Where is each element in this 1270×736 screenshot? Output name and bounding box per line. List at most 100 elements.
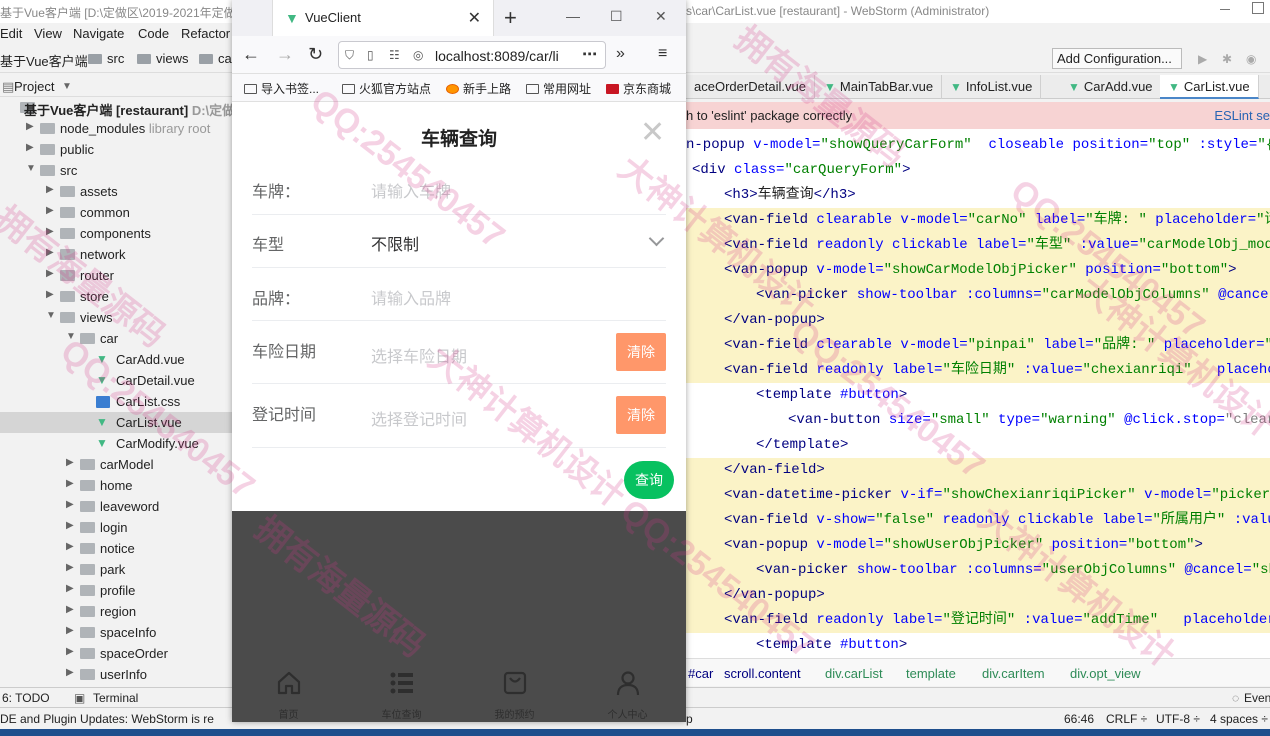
tree-item[interactable]: ▶ login: [0, 517, 232, 538]
tree-item[interactable]: ▶ assets: [0, 181, 232, 202]
pinpai-input[interactable]: 请输入品牌: [371, 285, 451, 309]
page-actions-icon[interactable]: ⋯: [582, 45, 597, 63]
editor-tab[interactable]: ▼ InfoList.vue: [942, 75, 1042, 99]
indent-setting[interactable]: 4 spaces ÷: [1210, 712, 1268, 726]
event-log-button[interactable]: Even: [1244, 691, 1270, 705]
tree-item[interactable]: ▶ region: [0, 601, 232, 622]
chevron-right-icon[interactable]: ▶: [66, 520, 76, 531]
chevron-right-icon[interactable]: ▶: [46, 205, 56, 216]
close-window-icon[interactable]: ✕: [655, 8, 667, 25]
editor-crumb-optview[interactable]: div.opt_view: [1070, 666, 1141, 681]
url-bar[interactable]: ⛉ ▯ ☷ ◎ localhost:8089/car/li ⋯: [338, 41, 606, 69]
tree-item[interactable]: ▶ store: [0, 286, 232, 307]
bookmark-jd[interactable]: 京东商城: [606, 80, 671, 97]
tree-item[interactable]: ▶ home: [0, 475, 232, 496]
tree-item[interactable]: ▶ notice: [0, 538, 232, 559]
editor-crumb-car[interactable]: #car: [688, 666, 713, 681]
tree-item[interactable]: ▼ CarDetail.vue: [0, 370, 232, 391]
overflow-chevron-icon[interactable]: »: [616, 45, 625, 63]
tree-item[interactable]: ▶ profile: [0, 580, 232, 601]
code-line[interactable]: <van-picker show-toolbar :columns="userO…: [686, 558, 1270, 583]
tree-item[interactable]: ▶ userInfo: [0, 664, 232, 685]
tree-item[interactable]: ▶ router: [0, 265, 232, 286]
code-line[interactable]: <van-field clearable v-model="carNo" lab…: [686, 208, 1270, 233]
chevron-down-icon[interactable]: ▼: [66, 331, 76, 342]
editor-crumb-carlist[interactable]: div.carList: [825, 666, 883, 681]
chevron-down-icon[interactable]: ▼: [26, 163, 36, 174]
query-button[interactable]: 查询: [624, 461, 674, 499]
nav-crumb-car[interactable]: ca: [199, 51, 232, 66]
chevron-right-icon[interactable]: ▶: [26, 121, 36, 132]
code-line[interactable]: <van-field v-show="false" readonly click…: [686, 508, 1270, 533]
carmodel-value[interactable]: 不限制: [371, 231, 419, 255]
code-line[interactable]: <van-field readonly label="车险日期" :value=…: [686, 358, 1270, 383]
insurance-date-input[interactable]: 选择车险日期: [371, 343, 467, 367]
eslint-settings-link[interactable]: ESLint se: [1214, 108, 1270, 123]
tree-item[interactable]: CarList.css: [0, 391, 232, 412]
status-message[interactable]: DE and Plugin Updates: WebStorm is re: [0, 712, 214, 726]
editor-crumb-scroll[interactable]: scroll.content: [724, 666, 801, 681]
tree-item[interactable]: ▶ node_modules library root: [0, 118, 232, 139]
code-line[interactable]: </van-popup>: [686, 308, 1270, 333]
todo-tool-button[interactable]: 6: TODO: [2, 691, 50, 705]
tree-item[interactable]: ▶ components: [0, 223, 232, 244]
code-line[interactable]: <template #button>: [686, 633, 1270, 658]
project-panel-title[interactable]: Project: [14, 79, 54, 94]
tree-item[interactable]: ▶ leaveword: [0, 496, 232, 517]
chevron-right-icon[interactable]: ▶: [46, 268, 56, 279]
tree-item[interactable]: ▶ carModel: [0, 454, 232, 475]
url-text[interactable]: localhost:8089/car/li: [435, 48, 575, 64]
nav-crumb-src[interactable]: src: [88, 51, 124, 66]
code-line[interactable]: <van-picker show-toolbar :columns="carMo…: [686, 283, 1270, 308]
line-separator[interactable]: CRLF ÷: [1106, 712, 1147, 726]
tree-item[interactable]: ▶ network: [0, 244, 232, 265]
hamburger-menu-icon[interactable]: ≡: [658, 45, 667, 63]
caret-position[interactable]: 66:46: [1064, 712, 1094, 726]
code-line[interactable]: </van-popup>: [686, 583, 1270, 608]
tabbar-item-spaces[interactable]: 车位查询: [345, 663, 458, 722]
code-line[interactable]: <van-datetime-picker v-if="showChexianri…: [686, 483, 1270, 508]
tree-item[interactable]: ▶ common: [0, 202, 232, 223]
tree-item[interactable]: ▼ views: [0, 307, 232, 328]
code-line[interactable]: <van-popup v-model="showCarModelObjPicke…: [686, 258, 1270, 283]
code-line[interactable]: </template>: [686, 433, 1270, 458]
bookmark-common-sites[interactable]: 常用网址: [526, 80, 591, 97]
chevron-down-icon[interactable]: [648, 230, 665, 247]
chevron-right-icon[interactable]: ▶: [46, 289, 56, 300]
site-info-icon[interactable]: ◎: [413, 48, 423, 62]
code-line[interactable]: n-popup v-model="showQueryCarForm" close…: [686, 133, 1270, 158]
editor-tab[interactable]: ▼ MainTabBar.vue: [816, 75, 943, 99]
chevron-right-icon[interactable]: ▶: [66, 457, 76, 468]
tree-item[interactable]: ▼ CarModify.vue: [0, 433, 232, 454]
reload-icon[interactable]: ↻: [308, 44, 323, 65]
code-editor[interactable]: n-popup v-model="showQueryCarForm" close…: [686, 129, 1270, 658]
editor-tab[interactable]: ▼ CarAdd.vue: [1060, 75, 1162, 99]
terminal-tool-button[interactable]: Terminal: [93, 691, 138, 705]
bookmark-firefox-site[interactable]: 火狐官方站点: [342, 80, 431, 97]
clear-insurance-date-button[interactable]: 清除: [616, 333, 666, 371]
tree-item[interactable]: ▼ car: [0, 328, 232, 349]
chevron-right-icon[interactable]: ▶: [26, 142, 36, 153]
menu-refactor[interactable]: Refactor: [181, 26, 230, 41]
tabbar-item-orders[interactable]: 我的预约: [458, 663, 571, 722]
editor-crumb-template[interactable]: template: [906, 666, 956, 681]
chevron-right-icon[interactable]: ▶: [66, 646, 76, 657]
menu-view[interactable]: View: [34, 26, 62, 41]
chevron-right-icon[interactable]: ▶: [46, 184, 56, 195]
tabbar-item-profile[interactable]: 个人中心: [571, 663, 684, 722]
register-time-input[interactable]: 选择登记时间: [371, 406, 467, 430]
forward-icon[interactable]: →: [276, 44, 294, 65]
bookmark-getting-started[interactable]: 新手上路: [446, 80, 511, 97]
debug-icon[interactable]: ✱: [1222, 52, 1234, 66]
menu-navigate[interactable]: Navigate: [73, 26, 124, 41]
tree-item[interactable]: ▶ public: [0, 139, 232, 160]
code-line[interactable]: <template #button>: [686, 383, 1270, 408]
chevron-right-icon[interactable]: ▶: [66, 562, 76, 573]
code-line[interactable]: <van-field readonly clickable label="车型"…: [686, 233, 1270, 258]
nav-crumb-views[interactable]: views: [137, 51, 189, 66]
shield-icon[interactable]: ⛉: [345, 48, 354, 63]
minimize-icon[interactable]: —: [566, 8, 580, 24]
coverage-icon[interactable]: ◉: [1246, 52, 1258, 66]
chevron-down-icon[interactable]: ▼: [46, 310, 56, 321]
chevron-right-icon[interactable]: ▶: [66, 604, 76, 615]
